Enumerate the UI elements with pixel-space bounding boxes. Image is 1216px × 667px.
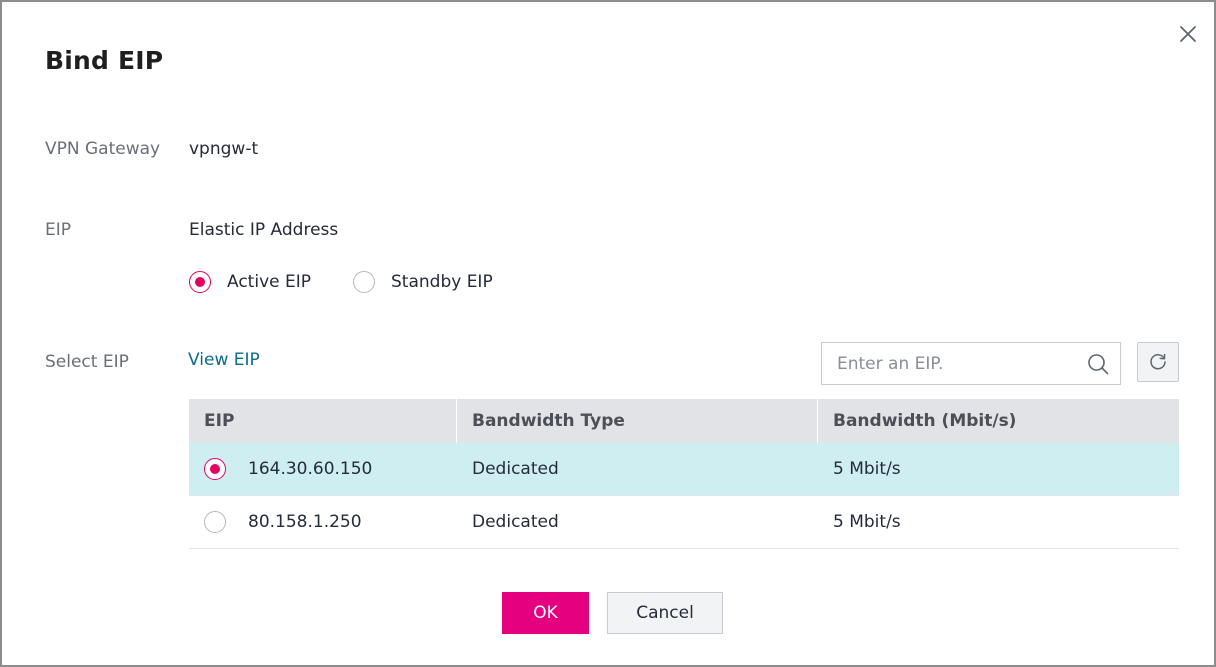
eip-address: 80.158.1.250 — [248, 512, 362, 532]
bandwidth-type-cell: Dedicated — [472, 512, 559, 532]
close-button[interactable] — [1176, 22, 1200, 46]
active-eip-label: Active EIP — [227, 272, 311, 292]
refresh-button[interactable] — [1137, 342, 1179, 382]
standby-eip-label: Standby EIP — [391, 272, 493, 292]
bandwidth-cell: 5 Mbit/s — [833, 459, 901, 479]
cancel-button[interactable]: Cancel — [607, 592, 723, 634]
search-icon[interactable] — [1076, 343, 1120, 384]
row-select-radio[interactable] — [204, 458, 226, 480]
close-icon — [1180, 26, 1196, 42]
eip-label: EIP — [45, 220, 72, 240]
eip-type-value: Elastic IP Address — [189, 220, 339, 240]
eip-search-box — [821, 342, 1121, 385]
active-eip-radio[interactable] — [189, 271, 211, 293]
column-header-eip: EIP — [189, 399, 457, 443]
eip-search-input[interactable] — [822, 343, 1076, 384]
column-header-bandwidth-type: Bandwidth Type — [457, 399, 818, 443]
eip-cell: 164.30.60.150 — [189, 443, 457, 495]
bandwidth-cell: 5 Mbit/s — [833, 512, 901, 532]
standby-eip-radio-option[interactable]: Standby EIP — [353, 271, 493, 293]
eip-address: 164.30.60.150 — [248, 459, 373, 479]
vpn-gateway-value: vpngw-t — [189, 139, 259, 159]
vpn-gateway-label: VPN Gateway — [45, 139, 161, 159]
refresh-icon — [1150, 353, 1166, 370]
eip-table: EIP Bandwidth Type Bandwidth (Mbit/s) 16… — [189, 399, 1179, 549]
bind-eip-dialog: Bind EIP VPN Gateway vpngw-t EIP Elastic… — [0, 0, 1216, 667]
ok-button[interactable]: OK — [502, 592, 589, 634]
bandwidth-type-cell: Dedicated — [472, 459, 559, 479]
column-header-bandwidth: Bandwidth (Mbit/s) — [833, 411, 1017, 431]
row-select-radio[interactable] — [204, 511, 226, 533]
table-header: EIP Bandwidth Type Bandwidth (Mbit/s) — [189, 399, 1179, 443]
table-row[interactable]: 80.158.1.250 Dedicated 5 Mbit/s — [189, 496, 1179, 549]
view-eip-link[interactable]: View EIP — [188, 350, 260, 370]
table-row[interactable]: 164.30.60.150 Dedicated 5 Mbit/s — [189, 443, 1179, 496]
dialog-title: Bind EIP — [45, 46, 164, 75]
eip-cell: 80.158.1.250 — [189, 496, 457, 548]
select-eip-label: Select EIP — [45, 352, 129, 372]
standby-eip-radio[interactable] — [353, 271, 375, 293]
active-eip-radio-option[interactable]: Active EIP — [189, 271, 311, 293]
